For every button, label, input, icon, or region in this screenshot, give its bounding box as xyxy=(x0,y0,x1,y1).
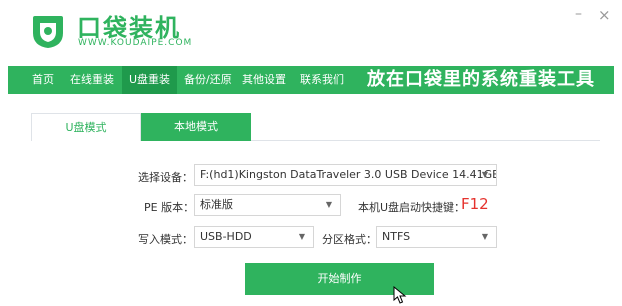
title-bar: 口袋装机 WWW.KOUDAIPE.COM – × xyxy=(0,0,622,66)
partition-format-value: NTFS xyxy=(382,230,411,243)
minimize-button[interactable]: – xyxy=(575,6,582,22)
nav-backup-restore[interactable]: 备份/还原 xyxy=(180,66,236,94)
nav-home[interactable]: 首页 xyxy=(20,66,66,94)
nav-online-reinstall[interactable]: 在线重装 xyxy=(64,66,120,94)
close-button[interactable]: × xyxy=(598,6,611,24)
device-select-value: F:(hd1)Kingston DataTraveler 3.0 USB Dev… xyxy=(200,168,497,181)
boot-hotkey-value: F12 xyxy=(461,195,489,213)
tab-local-mode[interactable]: 本地模式 xyxy=(141,113,251,141)
chevron-down-icon: ▼ xyxy=(481,232,488,241)
write-mode-value: USB-HDD xyxy=(200,230,252,243)
write-mode-select[interactable]: USB-HDD ▼ xyxy=(194,226,314,248)
device-select[interactable]: F:(hd1)Kingston DataTraveler 3.0 USB Dev… xyxy=(194,164,497,186)
nav-slogan: 放在口袋里的系统重装工具 xyxy=(367,69,595,90)
write-mode-label: 写入模式： xyxy=(138,233,193,246)
nav-other-settings[interactable]: 其他设置 xyxy=(238,66,290,94)
main-nav: 首页 在线重装 U盘重装 备份/还原 其他设置 联系我们 放在口袋里的系统重装工… xyxy=(8,66,614,94)
chevron-down-icon: ▼ xyxy=(481,170,488,179)
partition-format-label: 分区格式： xyxy=(322,233,377,246)
nav-usb-reinstall[interactable]: U盘重装 xyxy=(122,66,178,94)
app-logo-url: WWW.KOUDAIPE.COM xyxy=(78,38,193,48)
pocket-logo-icon xyxy=(33,16,63,48)
mouse-cursor-icon xyxy=(393,286,407,304)
partition-format-select[interactable]: NTFS ▼ xyxy=(376,226,497,248)
nav-contact-us[interactable]: 联系我们 xyxy=(296,66,348,94)
pe-version-value: 标准版 xyxy=(200,198,233,211)
chevron-down-icon: ▼ xyxy=(298,232,305,241)
pe-version-select[interactable]: 标准版 ▼ xyxy=(194,194,341,216)
chevron-down-icon: ▼ xyxy=(325,200,332,209)
tab-divider xyxy=(251,140,600,141)
tab-usb-mode[interactable]: U盘模式 xyxy=(31,113,141,141)
pe-version-label: PE 版本： xyxy=(144,201,195,214)
device-label: 选择设备： xyxy=(138,171,193,184)
boot-hotkey-label: 本机U盘启动快捷键： xyxy=(358,201,466,214)
